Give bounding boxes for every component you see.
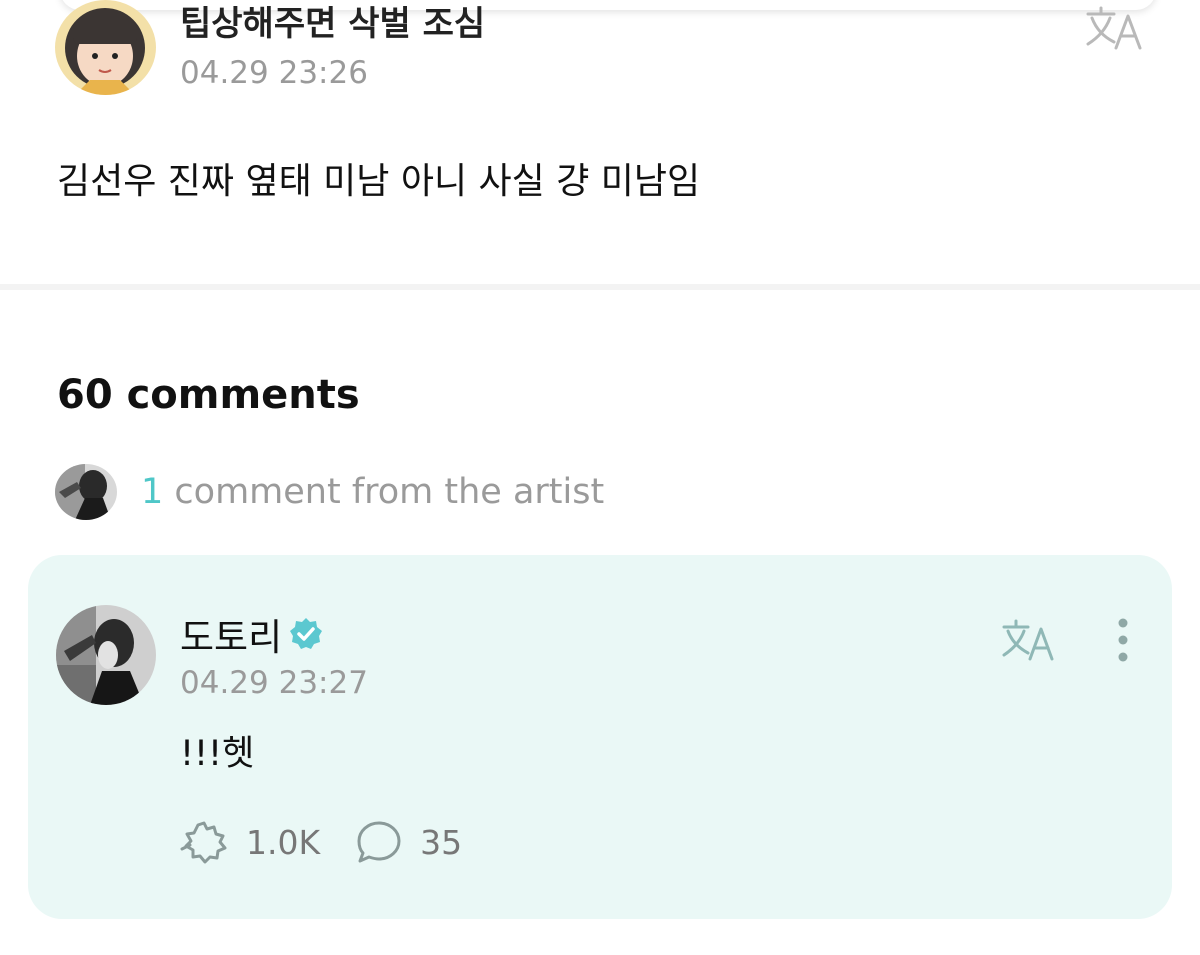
post-author-name[interactable]: 팁상해주면 삭벌 조심 [180,0,485,45]
artist-comment-count: 1 [141,472,164,512]
artist-comment-body: !!!헷 [180,734,255,774]
like-icon[interactable] [180,819,230,865]
artist-comment-label: comment from the artist [163,472,605,512]
translate-icon[interactable] [1000,617,1058,663]
page: 팁상해주면 삭벌 조심 04.29 23:26 김선우 진짜 옆태 미남 아니 … [0,0,1200,955]
artist-comment-card[interactable]: 도토리 04.29 23:27 !!!헷 1.0K 35 [28,555,1172,919]
post-author-avatar[interactable] [55,0,156,95]
post-timestamp: 04.29 23:26 [180,55,368,91]
more-vertical-icon[interactable] [1106,615,1140,665]
artist-avatar[interactable] [56,605,156,705]
like-count: 1.0K [246,822,321,862]
translate-icon[interactable] [1084,4,1146,52]
reply-count: 35 [420,822,463,862]
section-divider [0,284,1200,290]
comment-actions: 1.0K 35 [180,819,462,865]
artist-comment-summary-text: 1 comment from the artist [141,472,604,512]
post-body-text: 김선우 진짜 옆태 미남 아니 사실 걍 미남임 [57,161,701,202]
reply-bubble-icon[interactable] [354,819,404,865]
artist-mini-avatar [55,464,117,520]
verified-badge-icon [288,616,324,652]
artist-name-row: 도토리 [180,607,324,661]
artist-name[interactable]: 도토리 [180,607,282,661]
comments-count-heading: 60 comments [57,372,360,418]
artist-comment-summary[interactable]: 1 comment from the artist [55,464,604,520]
artist-comment-timestamp: 04.29 23:27 [180,665,368,701]
